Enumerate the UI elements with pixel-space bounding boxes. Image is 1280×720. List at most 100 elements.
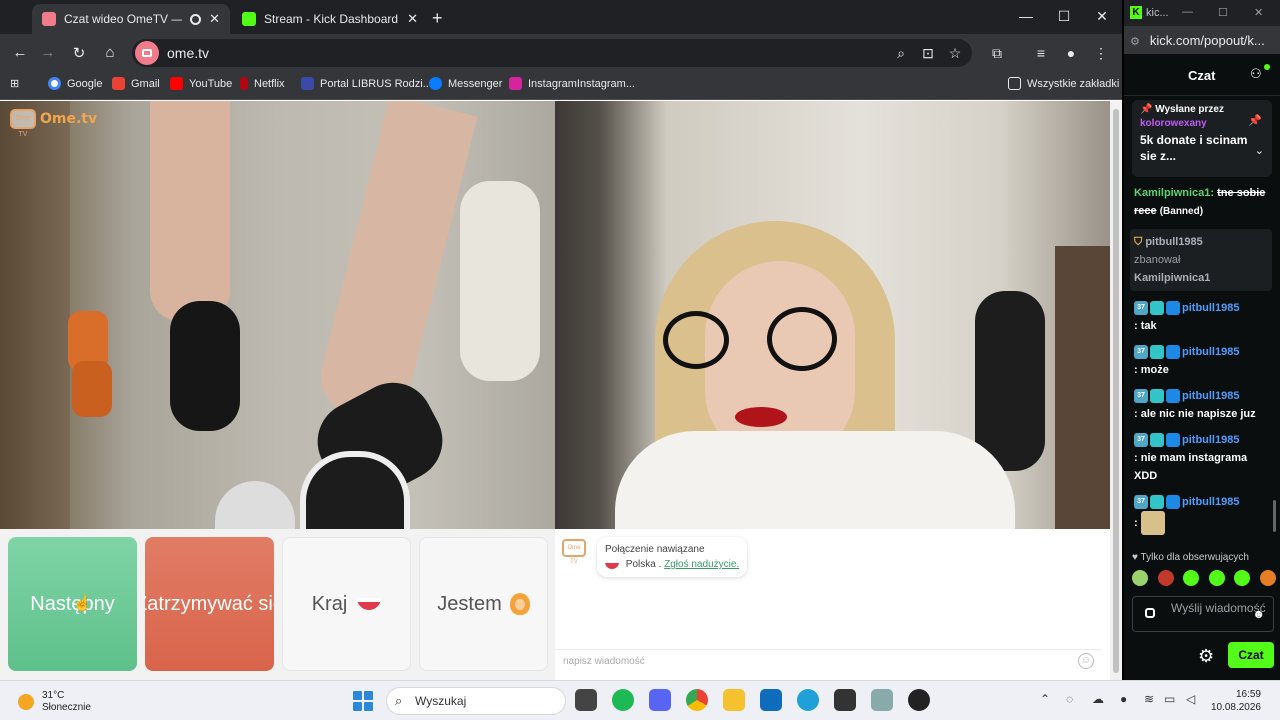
subscriber-badge-icon: 37 — [1134, 433, 1148, 448]
profile-avatar[interactable]: ● — [1062, 45, 1080, 61]
stranger-camera-feed — [0, 101, 555, 529]
dropbox-icon[interactable] — [834, 689, 856, 711]
bookmark-instagram[interactable]: InstagramInstagram... — [509, 77, 635, 90]
pin-icon[interactable]: 📌 — [1248, 114, 1262, 127]
users-icon[interactable]: ⚇ — [1250, 66, 1262, 82]
emote-1-icon[interactable] — [1132, 570, 1148, 586]
partner-country: Polska . — [625, 559, 662, 570]
emote-6-icon[interactable] — [1259, 570, 1276, 586]
start-button[interactable] — [353, 691, 373, 711]
emote-picker-icon[interactable] — [1145, 608, 1155, 618]
zoom-icon[interactable]: ⌕ — [892, 45, 910, 62]
maximize-button[interactable]: ☐ — [1218, 6, 1228, 19]
close-window-button[interactable]: ✕ — [1092, 8, 1112, 25]
og-badge-icon — [1150, 495, 1164, 510]
send-chat-button[interactable]: Czat — [1228, 642, 1274, 668]
chat-scrollbar[interactable] — [1273, 96, 1278, 536]
all-bookmarks[interactable]: Wszystkie zakładki — [1008, 77, 1119, 90]
chat-title: Czat — [1188, 68, 1216, 83]
taskbar-search[interactable]: ⌕ Wyszukaj — [386, 687, 566, 715]
tray-app-icon[interactable]: ◌ — [1066, 692, 1073, 706]
page-scrollbar[interactable] — [1110, 101, 1122, 680]
menu-icon[interactable]: ⋮ — [1092, 45, 1110, 62]
system-clock[interactable]: 16:59 10.08.2026 — [1207, 688, 1261, 714]
message-user[interactable]: pitbull1985 — [1182, 434, 1239, 446]
bookmark-google[interactable]: Google — [48, 77, 102, 90]
report-abuse-link[interactable]: Zgłoś nadużycie. — [664, 559, 739, 570]
message-user[interactable]: pitbull1985 — [1182, 390, 1239, 402]
spotify-icon[interactable] — [612, 689, 634, 711]
extensions-icon[interactable]: ⧉ — [988, 45, 1006, 62]
message-user[interactable]: Kamilpiwnica1: — [1134, 187, 1214, 199]
mail-icon[interactable] — [760, 689, 782, 711]
app-icon[interactable] — [871, 689, 893, 711]
edge-icon[interactable] — [797, 689, 819, 711]
close-window-button[interactable]: ✕ — [1254, 6, 1263, 19]
bookmark-star-icon[interactable]: ☆ — [946, 45, 964, 62]
weather-condition: Słonecznie — [42, 702, 91, 713]
onedrive-icon[interactable]: ☁ — [1092, 692, 1104, 706]
mod-target[interactable]: Kamilpiwnica1 — [1134, 272, 1210, 284]
gear-icon[interactable]: ⚙ — [1198, 646, 1214, 667]
task-view-icon[interactable] — [575, 689, 597, 711]
ometv-logo[interactable]: Ome TV Ome.tv — [10, 109, 97, 138]
message-input[interactable]: napisz wiadomość — [555, 649, 1102, 673]
emote-2-icon[interactable] — [1157, 570, 1174, 586]
minimize-button[interactable]: — — [1016, 8, 1036, 24]
bookmark-youtube[interactable]: YouTube — [170, 77, 232, 90]
maximize-button[interactable]: ☐ — [1054, 8, 1074, 25]
scrollbar-thumb[interactable] — [1113, 109, 1119, 673]
reload-icon[interactable]: ↻ — [69, 44, 89, 62]
message-user[interactable]: pitbull1985 — [1182, 302, 1239, 314]
self-camera-feed — [555, 101, 1110, 529]
home-icon[interactable]: ⌂ — [100, 44, 120, 61]
tab-strip: Czat wideo OmeTV — alter ✕ Stream - Kick… — [0, 0, 1122, 34]
bookmark-librus[interactable]: Portal LIBRUS Rodzi... — [301, 77, 432, 90]
message-user[interactable]: pitbull1985 — [1182, 496, 1239, 508]
iam-button[interactable]: Jestem — [419, 537, 548, 671]
file-explorer-icon[interactable] — [723, 689, 745, 711]
back-icon[interactable]: ← — [10, 44, 30, 61]
chat-input[interactable]: Wyślij wiadomość ☻ — [1132, 596, 1274, 632]
bookmark-netflix[interactable]: Netflix — [240, 77, 285, 90]
message-user[interactable]: pitbull1985 — [1182, 346, 1239, 358]
emote-4-icon[interactable] — [1208, 570, 1225, 586]
tab-kick-dashboard[interactable]: Stream - Kick Dashboard ✕ — [232, 4, 428, 34]
bookmark-messenger[interactable]: Messenger — [429, 77, 502, 90]
site-settings-icon[interactable]: ⚙ — [1130, 36, 1140, 48]
forward-icon[interactable]: → — [38, 44, 58, 61]
battery-icon[interactable]: ▭ — [1164, 692, 1175, 706]
volume-icon[interactable]: ◁ — [1186, 692, 1195, 706]
install-app-icon[interactable]: ⊡ — [919, 45, 937, 62]
site-info-icon[interactable] — [135, 41, 159, 65]
obs-icon[interactable] — [908, 689, 930, 711]
emoji-picker-icon[interactable]: ☺ — [1078, 653, 1094, 669]
scrollbar-thumb[interactable] — [1273, 500, 1276, 532]
emoji-icon[interactable]: ☻ — [1252, 607, 1265, 621]
stop-button[interactable]: Zatrzymywać się — [145, 537, 274, 671]
discord-icon[interactable] — [649, 689, 671, 711]
chrome-icon[interactable] — [686, 689, 708, 711]
close-tab-icon[interactable]: ✕ — [209, 11, 220, 27]
tray-chevron-icon[interactable]: ⌃ — [1040, 692, 1050, 706]
country-button[interactable]: Kraj — [282, 537, 411, 671]
emote-5-icon[interactable] — [1234, 570, 1251, 586]
microphone-icon[interactable]: ● — [1120, 692, 1127, 706]
folder-icon — [1008, 77, 1021, 90]
wifi-icon[interactable]: ≋ — [1144, 692, 1154, 706]
address-bar[interactable]: ome.tv — [132, 39, 972, 67]
tab-ometv[interactable]: Czat wideo OmeTV — alter ✕ — [32, 4, 230, 34]
subscriber-badge-icon: 37 — [1134, 301, 1148, 316]
media-control-icon[interactable]: ≡ — [1032, 45, 1050, 61]
new-tab-button[interactable]: + — [432, 8, 443, 29]
minimize-button[interactable]: — — [1182, 6, 1193, 18]
pinned-message[interactable]: 📌 Wysłane przez kolorowexany 5k donate i… — [1132, 100, 1272, 177]
chevron-down-icon[interactable]: ⌄ — [1255, 144, 1264, 157]
emote-3-icon[interactable] — [1183, 570, 1200, 586]
close-tab-icon[interactable]: ✕ — [407, 11, 418, 27]
kick-url-bar[interactable]: ⚙ kick.com/popout/k... — [1124, 26, 1280, 54]
weather-widget[interactable]: 31°C Słonecznie — [18, 690, 91, 714]
apps-icon[interactable]: ⊞ — [10, 77, 19, 90]
bookmark-gmail[interactable]: Gmail — [112, 77, 160, 90]
mod-user[interactable]: pitbull1985 — [1145, 236, 1202, 248]
